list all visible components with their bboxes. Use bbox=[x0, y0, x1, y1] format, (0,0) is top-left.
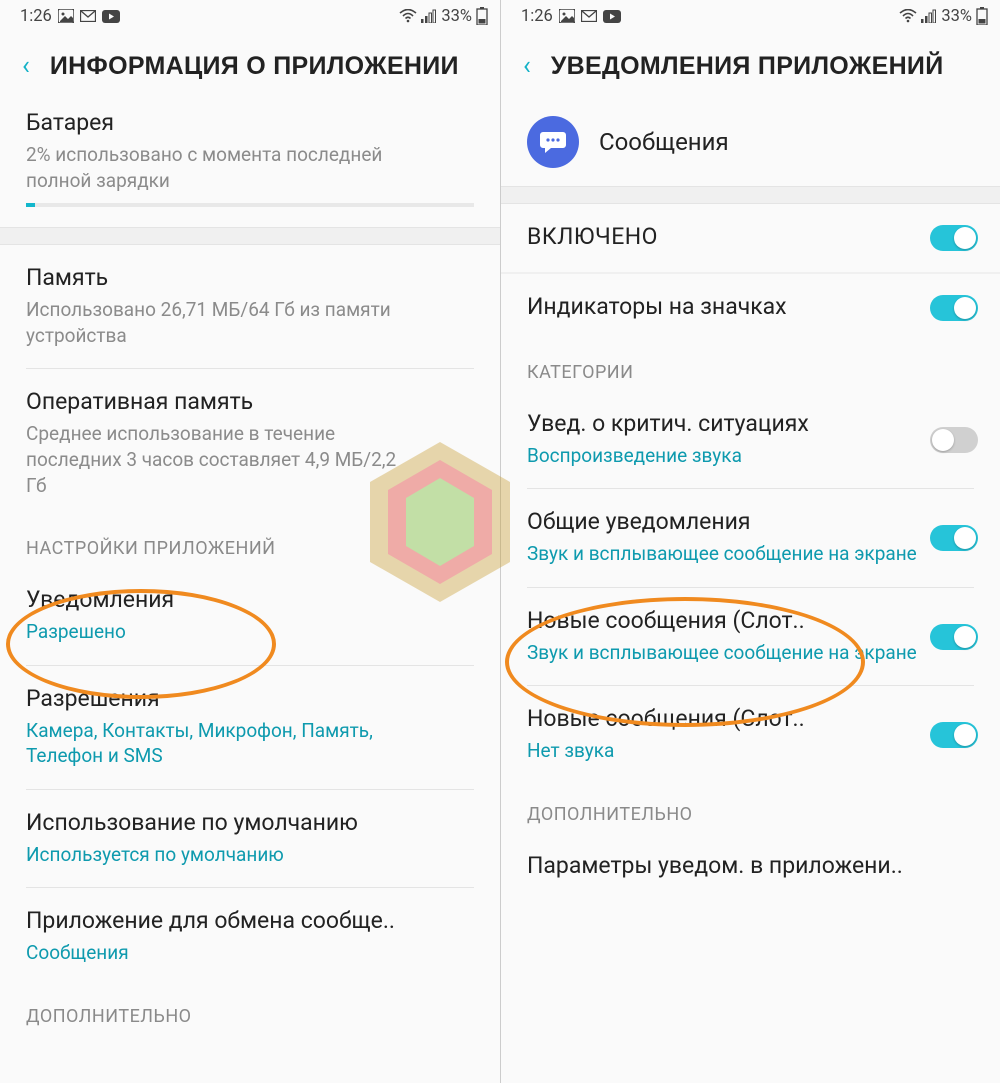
row-enabled[interactable]: ВКЛЮЧЕНО bbox=[501, 204, 1000, 272]
row-slot1[interactable]: Новые сообщения (Слот.. Звук и всплывающ… bbox=[501, 588, 1000, 686]
app-name: Сообщения bbox=[599, 128, 729, 156]
row-sub: Звук и всплывающее сообщение на экране bbox=[527, 541, 917, 567]
row-notifications[interactable]: Уведомления Разрешено bbox=[0, 567, 500, 665]
row-params[interactable]: Параметры уведом. в приложени.. bbox=[501, 833, 1000, 901]
row-title: Новые сообщения (Слот.. bbox=[527, 606, 974, 636]
row-title: Общие уведомления bbox=[527, 507, 974, 537]
section-header-more: ДОПОЛНИТЕЛЬНО bbox=[0, 986, 500, 1035]
row-title: Память bbox=[26, 263, 474, 293]
row-ram[interactable]: Оперативная память Среднее использование… bbox=[0, 369, 500, 518]
mail-icon bbox=[581, 10, 597, 22]
toggle-general[interactable] bbox=[930, 525, 978, 551]
wifi-icon bbox=[899, 9, 917, 23]
toggle-slot1[interactable] bbox=[930, 624, 978, 650]
row-title: ВКЛЮЧЕНО bbox=[527, 222, 974, 252]
page-title: ИНФОРМАЦИЯ О ПРИЛОЖЕНИИ bbox=[50, 52, 459, 81]
app-header: Сообщения bbox=[501, 100, 1000, 186]
status-time: 1:26 bbox=[521, 7, 553, 26]
back-button[interactable]: ‹ bbox=[523, 53, 531, 79]
image-icon bbox=[58, 9, 74, 23]
row-sub: Разрешено bbox=[26, 619, 416, 645]
screen-app-notifications: 1:26 33% ‹ УВЕДОМЛЕНИЯ ПРИЛОЖЕНИЙ Сообще… bbox=[500, 0, 1000, 1083]
page-title: УВЕДОМЛЕНИЯ ПРИЛОЖЕНИЙ bbox=[551, 52, 944, 81]
section-header-app-settings: НАСТРОЙКИ ПРИЛОЖЕНИЙ bbox=[0, 518, 500, 567]
battery-percent: 33% bbox=[941, 7, 972, 26]
row-permissions[interactable]: Разрешения Камера, Контакты, Микрофон, П… bbox=[0, 666, 500, 789]
screen-app-info: 1:26 33% ‹ ИНФОРМАЦИЯ О ПРИЛОЖЕНИИ Батар… bbox=[0, 0, 500, 1083]
status-bar: 1:26 33% bbox=[0, 0, 500, 32]
back-button[interactable]: ‹ bbox=[22, 53, 30, 79]
messages-app-icon bbox=[527, 116, 579, 168]
row-slot2[interactable]: Новые сообщения (Слот.. Нет звука bbox=[501, 686, 1000, 784]
row-sub: Камера, Контакты, Микрофон, Память, Теле… bbox=[26, 718, 416, 769]
row-sub: Используется по умолчанию bbox=[26, 842, 416, 868]
row-sub: Воспроизведение звука bbox=[527, 443, 917, 469]
row-badges[interactable]: Индикаторы на значках bbox=[501, 274, 1000, 342]
youtube-icon bbox=[102, 10, 120, 23]
wifi-icon bbox=[399, 9, 417, 23]
row-title: Новые сообщения (Слот.. bbox=[527, 704, 974, 734]
row-critical[interactable]: Увед. о критич. ситуациях Воспроизведени… bbox=[501, 391, 1000, 489]
row-title: Оперативная память bbox=[26, 387, 474, 417]
signal-icon bbox=[421, 9, 437, 23]
row-title: Использование по умолчанию bbox=[26, 808, 474, 838]
mail-icon bbox=[80, 10, 96, 22]
section-separator bbox=[501, 186, 1000, 204]
header: ‹ ИНФОРМАЦИЯ О ПРИЛОЖЕНИИ bbox=[0, 32, 500, 100]
status-bar: 1:26 33% bbox=[501, 0, 1000, 32]
status-time: 1:26 bbox=[20, 7, 52, 26]
row-title: Индикаторы на значках bbox=[527, 292, 974, 322]
row-sub: 2% использовано с момента последней полн… bbox=[26, 142, 416, 193]
section-header-more: ДОПОЛНИТЕЛЬНО bbox=[501, 784, 1000, 833]
row-sub: Сообщения bbox=[26, 940, 416, 966]
row-sub: Нет звука bbox=[527, 738, 917, 764]
row-exchange-app[interactable]: Приложение для обмена сообще.. Сообщения bbox=[0, 888, 500, 986]
battery-icon bbox=[976, 7, 988, 25]
toggle-critical[interactable] bbox=[930, 427, 978, 453]
youtube-icon bbox=[603, 10, 621, 23]
section-separator bbox=[0, 227, 500, 245]
row-sub: Использовано 26,71 МБ/64 Гб из памяти ус… bbox=[26, 297, 416, 348]
battery-percent: 33% bbox=[441, 7, 472, 26]
row-title: Приложение для обмена сообще.. bbox=[26, 906, 474, 936]
battery-icon bbox=[476, 7, 488, 25]
row-general[interactable]: Общие уведомления Звук и всплывающее соо… bbox=[501, 489, 1000, 587]
row-sub: Звук и всплывающее сообщение на экране bbox=[527, 640, 917, 666]
battery-progress bbox=[26, 203, 474, 207]
row-memory[interactable]: Память Использовано 26,71 МБ/64 Гб из па… bbox=[0, 245, 500, 368]
signal-icon bbox=[921, 9, 937, 23]
toggle-enabled[interactable] bbox=[930, 225, 978, 251]
row-title: Параметры уведом. в приложени.. bbox=[527, 851, 974, 881]
header: ‹ УВЕДОМЛЕНИЯ ПРИЛОЖЕНИЙ bbox=[501, 32, 1000, 100]
row-title: Уведомления bbox=[26, 585, 474, 615]
section-header-categories: КАТЕГОРИИ bbox=[501, 342, 1000, 391]
row-sub: Среднее использование в течение последни… bbox=[26, 421, 416, 498]
toggle-badges[interactable] bbox=[930, 295, 978, 321]
row-battery[interactable]: Батарея 2% использовано с момента послед… bbox=[0, 100, 500, 227]
row-title: Увед. о критич. ситуациях bbox=[527, 409, 974, 439]
row-title: Разрешения bbox=[26, 684, 474, 714]
row-title: Батарея bbox=[26, 108, 474, 138]
toggle-slot2[interactable] bbox=[930, 722, 978, 748]
row-default-use[interactable]: Использование по умолчанию Используется … bbox=[0, 790, 500, 888]
image-icon bbox=[559, 9, 575, 23]
